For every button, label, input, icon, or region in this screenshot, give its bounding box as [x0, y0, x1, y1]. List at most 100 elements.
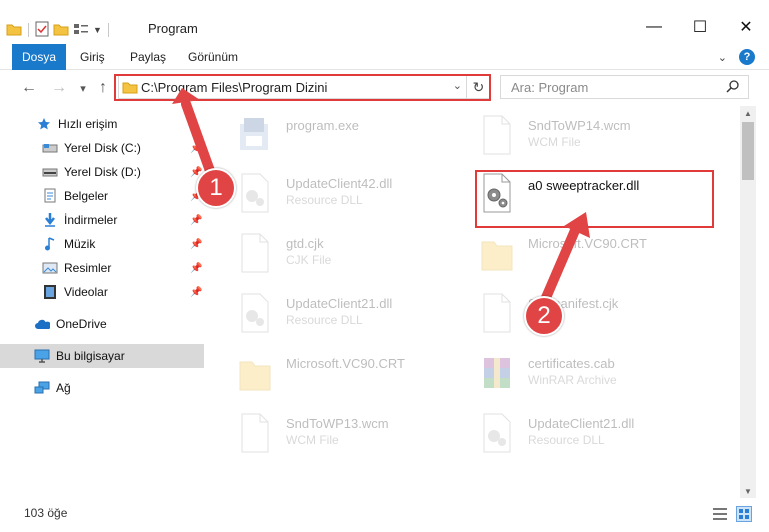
star-icon — [36, 116, 52, 132]
file-name: Microsoft.VC90.CRT — [286, 356, 405, 371]
file-type: Resource DLL — [528, 433, 605, 447]
file-icon — [483, 293, 511, 333]
tab-share[interactable]: Paylaş — [130, 44, 166, 70]
properties-icon[interactable] — [35, 21, 49, 40]
qat-dropdown-icon[interactable]: ▼ — [93, 25, 102, 35]
tiles-view-icon[interactable] — [736, 506, 754, 524]
ribbon-right: ⌄ ? — [718, 49, 755, 65]
tab-view[interactable]: Görünüm — [188, 44, 238, 70]
file-highlight-box — [475, 170, 714, 228]
view-options-icon[interactable] — [73, 22, 89, 39]
file-name: UpdateClient42.dll — [286, 176, 393, 191]
sidebar-item-quick-access[interactable]: Hızlı erişim — [0, 112, 204, 136]
pin-icon[interactable]: 📌 — [190, 239, 202, 250]
pin-icon[interactable]: 📌 — [190, 215, 202, 226]
help-icon[interactable]: ? — [739, 49, 755, 65]
documents-icon — [42, 188, 58, 204]
sidebar-item-label: Yerel Disk (C:) — [64, 141, 141, 155]
sidebar-item-network[interactable]: Ağ — [0, 376, 204, 400]
sidebar-item-label: OneDrive — [56, 317, 107, 331]
sidebar-item-onedrive[interactable]: OneDrive — [0, 312, 204, 336]
sidebar-item-label: Ağ — [56, 381, 71, 395]
file-item[interactable]: Microsoft.VC90.CRT — [460, 226, 690, 286]
window-controls: — ☐ ✕ — [631, 10, 769, 44]
navigation-pane: Hızlı erişim Yerel Disk (C:) 📌 Yerel Dis… — [0, 106, 210, 496]
network-icon — [34, 380, 50, 396]
file-type: Resource DLL — [286, 313, 363, 327]
file-item[interactable]: UpdateClient42.dll Resource DLL — [218, 166, 448, 226]
file-item[interactable]: Microsoft.VC90.CRT — [218, 346, 448, 406]
sidebar-item-disk-d[interactable]: Yerel Disk (D:) 📌 — [0, 160, 204, 184]
pin-icon[interactable]: 📌 — [190, 287, 202, 298]
file-item[interactable]: gtd.cjk CJK File — [218, 226, 448, 286]
file-item[interactable]: UpdateClient21.dll Resource DLL — [460, 406, 690, 466]
search-box[interactable]: Ara: Program — [500, 75, 749, 99]
forward-button[interactable]: → — [48, 78, 70, 98]
file-type: Resource DLL — [286, 193, 363, 207]
drive-icon — [42, 164, 58, 180]
ribbon-tabs: Dosya Giriş Paylaş Görünüm ⌄ ? — [0, 44, 769, 70]
file-item[interactable]: SndToWP13.wcm WCM File — [218, 406, 448, 466]
music-icon — [42, 236, 58, 252]
file-name: certificates.cab — [528, 356, 615, 371]
scroll-up-icon[interactable]: ▲ — [740, 106, 756, 120]
qat-separator — [28, 23, 29, 37]
item-count: 103 öğe — [24, 506, 68, 520]
folder-icon[interactable] — [6, 22, 22, 39]
back-button[interactable]: ← — [18, 78, 40, 98]
sidebar-item-this-pc[interactable]: Bu bilgisayar — [0, 344, 204, 368]
pin-icon[interactable]: 📌 — [190, 263, 202, 274]
details-view-icon[interactable] — [712, 506, 730, 524]
recent-locations-button[interactable]: ▾ — [72, 78, 94, 98]
close-button[interactable]: ✕ — [723, 10, 769, 44]
sidebar-item-label: Yerel Disk (D:) — [64, 165, 141, 179]
file-item[interactable]: program.exe — [218, 108, 448, 168]
cloud-icon — [34, 316, 50, 332]
file-type: CJK File — [286, 253, 332, 267]
file-name: SndToWP14.wcm — [528, 118, 631, 133]
title-bar: ▼ Program — ☐ ✕ — [0, 0, 769, 44]
file-list: program.exe SndToWP14.wcm WCM File Updat… — [210, 106, 740, 496]
search-input[interactable]: Ara: Program — [511, 80, 588, 95]
sidebar-item-label: Bu bilgisayar — [56, 349, 125, 363]
exe-icon — [240, 118, 268, 150]
up-button[interactable]: ↑ — [92, 78, 114, 98]
file-icon — [241, 413, 269, 453]
drive-icon — [42, 140, 58, 156]
video-icon — [42, 284, 58, 300]
tab-file[interactable]: Dosya — [12, 44, 66, 70]
sidebar-item-label: Hızlı erişim — [58, 117, 118, 131]
new-folder-icon[interactable] — [53, 22, 69, 39]
file-type: WinRAR Archive — [528, 373, 617, 387]
sidebar-item-pictures[interactable]: Resimler 📌 — [0, 256, 204, 280]
file-item[interactable]: certificates.cab WinRAR Archive — [460, 346, 690, 406]
tab-home[interactable]: Giriş — [80, 44, 105, 70]
file-item[interactable]: Sxsmanifest.cjk — [460, 286, 690, 346]
download-icon — [42, 212, 58, 228]
scroll-thumb[interactable] — [742, 122, 754, 180]
archive-icon — [484, 358, 510, 388]
vertical-scrollbar[interactable]: ▲ ▼ — [740, 106, 756, 498]
sidebar-item-label: Resimler — [64, 261, 112, 275]
sidebar-item-music[interactable]: Müzik 📌 — [0, 232, 204, 256]
step-badge-1: 1 — [196, 168, 236, 208]
file-name: SndToWP13.wcm — [286, 416, 389, 431]
file-item[interactable]: SndToWP14.wcm WCM File — [460, 108, 690, 168]
maximize-button[interactable]: ☐ — [677, 10, 723, 44]
file-item[interactable]: UpdateClient21.dll Resource DLL — [218, 286, 448, 346]
computer-icon — [34, 348, 50, 364]
sidebar-item-documents[interactable]: Belgeler 📌 — [0, 184, 204, 208]
dll-icon — [241, 173, 269, 213]
dll-icon — [241, 293, 269, 333]
expand-ribbon-icon[interactable]: ⌄ — [718, 51, 727, 64]
file-icon — [241, 233, 269, 273]
pin-icon[interactable]: 📌 — [190, 143, 202, 154]
scroll-down-icon[interactable]: ▼ — [740, 484, 756, 498]
sidebar-item-downloads[interactable]: İndirmeler 📌 — [0, 208, 204, 232]
sidebar-item-disk-c[interactable]: Yerel Disk (C:) 📌 — [0, 136, 204, 160]
file-name: UpdateClient21.dll — [286, 296, 393, 311]
search-icon[interactable] — [726, 79, 740, 96]
minimize-button[interactable]: — — [631, 10, 677, 44]
address-highlight-box — [114, 74, 491, 101]
sidebar-item-videos[interactable]: Videolar 📌 — [0, 280, 204, 304]
